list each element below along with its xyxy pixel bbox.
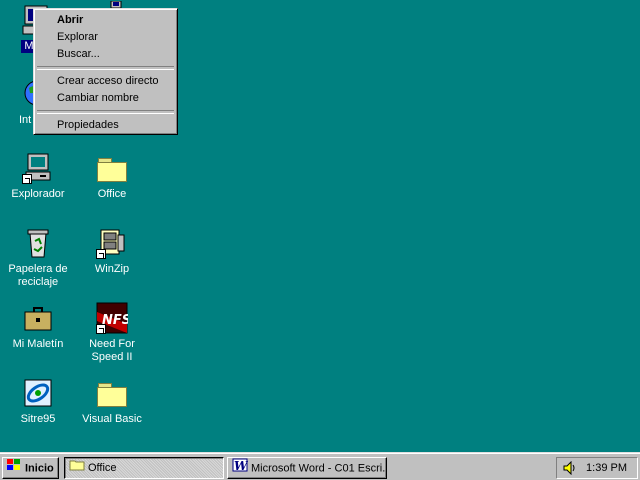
task-label: Microsoft Word - C01 Escri...	[251, 462, 387, 475]
desktop-icon-winzip[interactable]: WinZip	[75, 227, 149, 276]
shortcut-arrow-icon	[22, 174, 32, 184]
system-tray: 1:39 PM	[556, 457, 638, 479]
menu-item-abrir[interactable]: Abrir	[36, 12, 175, 29]
recycle-bin-icon	[22, 227, 54, 259]
desktop-icon-maletin[interactable]: Mi Maletín	[1, 302, 75, 351]
menu-item-cambiar-nombre[interactable]: Cambiar nombre	[36, 90, 175, 107]
word-icon: W	[232, 458, 249, 478]
shortcut-arrow-icon	[96, 249, 106, 259]
task-label: Office	[88, 462, 117, 474]
desktop-icon-label: Mi Maletín	[12, 338, 64, 350]
desktop-icon-label: Need For Speed II	[89, 338, 135, 363]
explorer-icon	[22, 152, 54, 184]
nfs-icon: NFS	[96, 302, 131, 334]
svg-text:W: W	[234, 459, 248, 472]
briefcase-icon	[22, 302, 54, 334]
desktop: M Int Explorador Office Papelera de reci…	[0, 0, 640, 452]
folder-icon	[96, 377, 128, 409]
start-label: Inicio	[25, 462, 54, 475]
desktop-icon-visual-basic[interactable]: Visual Basic	[75, 377, 149, 426]
sitre-icon	[22, 377, 54, 409]
desktop-icon-label: Office	[97, 188, 127, 200]
context-menu: Abrir Explorar Buscar... Crear acceso di…	[33, 8, 178, 135]
start-button[interactable]: Inicio	[2, 457, 59, 479]
desktop-icon-office[interactable]: Office	[75, 152, 149, 201]
folder-icon	[96, 152, 128, 184]
menu-item-explorar[interactable]: Explorar	[36, 29, 175, 46]
desktop-icon-label: Visual Basic	[82, 413, 142, 425]
desktop-icon-explorador[interactable]: Explorador	[1, 152, 75, 201]
desktop-icon-label: Papelera de reciclaje	[8, 263, 68, 288]
desktop-icon-papelera[interactable]: Papelera de reciclaje	[1, 227, 75, 289]
menu-item-buscar[interactable]: Buscar...	[36, 46, 175, 63]
folder-icon	[69, 458, 85, 478]
desktop-icon-nfs[interactable]: NFS Need For Speed II	[75, 302, 149, 364]
desktop-icon-label: Explorador	[11, 188, 65, 200]
winzip-icon	[96, 227, 128, 259]
clock[interactable]: 1:39 PM	[586, 462, 627, 474]
menu-item-crear-acceso-directo[interactable]: Crear acceso directo	[36, 73, 175, 90]
taskbar: Inicio Office W Microsoft Word - C01 Esc…	[0, 452, 640, 480]
shortcut-arrow-icon	[96, 324, 106, 334]
speaker-icon[interactable]	[563, 460, 577, 476]
menu-separator	[37, 110, 174, 114]
desktop-icon-label: WinZip	[94, 263, 130, 275]
task-button-office[interactable]: Office	[64, 457, 224, 479]
network-icon[interactable]	[108, 0, 124, 9]
desktop-icon-label: Sitre95	[20, 413, 56, 425]
task-button-word[interactable]: W Microsoft Word - C01 Escri...	[227, 457, 387, 479]
windows-logo-icon	[6, 458, 22, 478]
menu-separator	[37, 66, 174, 70]
menu-item-propiedades[interactable]: Propiedades	[36, 117, 175, 134]
desktop-icon-sitre[interactable]: Sitre95	[1, 377, 75, 426]
